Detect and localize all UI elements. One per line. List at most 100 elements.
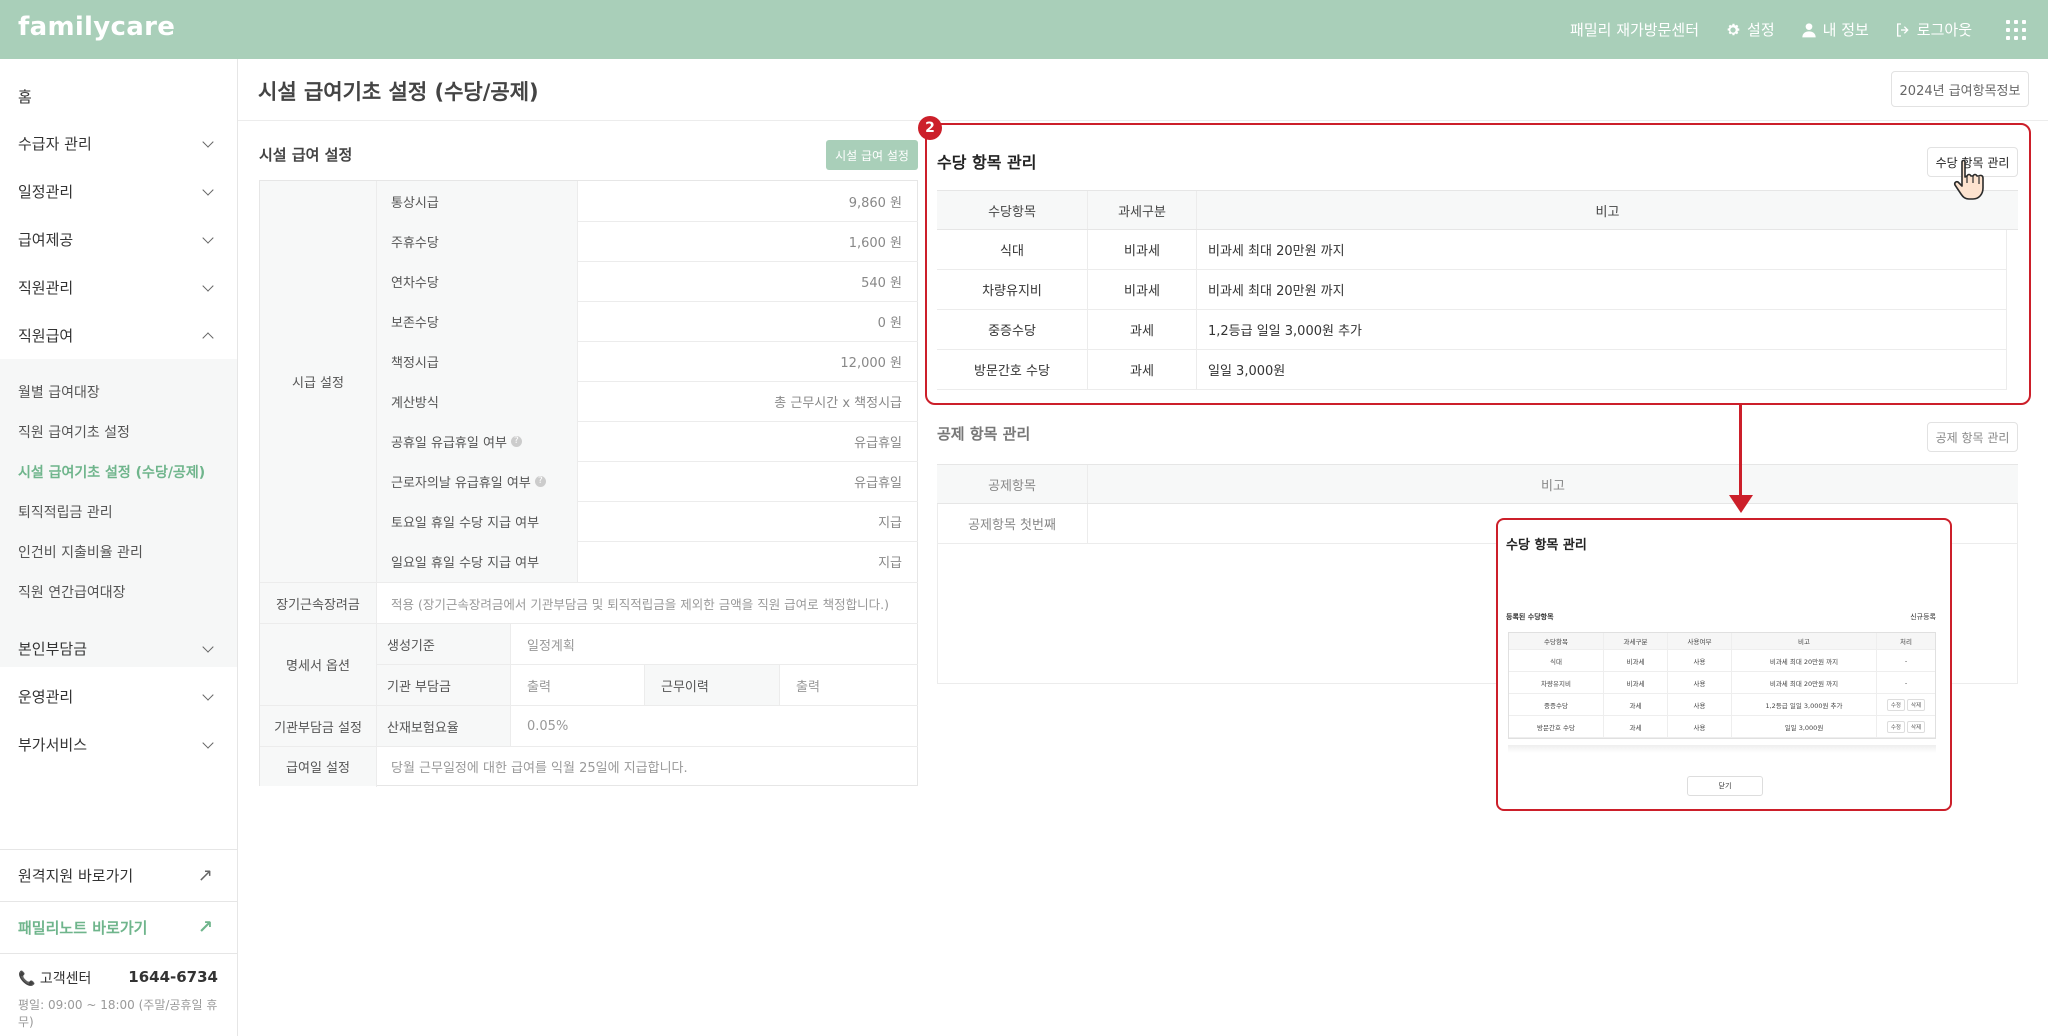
- inst-burden-value: 출력: [527, 679, 551, 695]
- facility-settings-table: 시급 설정 통상시급 9,860 원 주휴수당 1,600 원 연차수당 540…: [259, 180, 918, 787]
- table-row: 중증수당 과세 사용 1,2등급 일일 3,000원 추가 수정 삭제: [1509, 694, 1935, 716]
- delete-button[interactable]: 삭제: [1907, 698, 1926, 711]
- pointer-hand-icon: [1953, 159, 1984, 200]
- row-label: 연차수당: [377, 261, 577, 301]
- remote-support-label: 원격지원 바로가기: [18, 867, 134, 885]
- cell: 사용: [1668, 650, 1732, 671]
- chevron-down-icon: [202, 183, 214, 196]
- settings-link[interactable]: 설정: [1725, 19, 1775, 40]
- row-value: 지급: [878, 556, 902, 571]
- highlight-box: [925, 123, 2031, 405]
- divider: [238, 120, 2048, 121]
- edit-button[interactable]: 수정: [1886, 720, 1905, 733]
- user-icon: [1801, 22, 1816, 37]
- familynote-label: 패밀리노트 바로가기: [18, 919, 148, 937]
- cell: 사용: [1668, 694, 1732, 715]
- apps-grid-icon[interactable]: [2006, 19, 2026, 40]
- work-history-value: 출력: [796, 679, 820, 695]
- sidebar-item-operation[interactable]: 운영관리: [18, 686, 218, 707]
- chevron-down-icon: [202, 231, 214, 244]
- long-term-value: 적용 (장기근속장려금에서 기관부담금 및 퇴직적립금을 제외한 금액을 직원 …: [391, 596, 889, 612]
- cell: 식대: [1509, 650, 1604, 671]
- annotation-arrow-head: [1729, 495, 1753, 513]
- sidebar-item-label: 직원관리: [18, 279, 74, 297]
- sidebar-subitem-facility-base[interactable]: 시설 급여기초 설정 (수당/공제): [18, 462, 205, 482]
- sidebar-item-label: 본인부담금: [18, 640, 88, 658]
- cell: 과세: [1604, 716, 1668, 737]
- familynote-link[interactable]: 패밀리노트 바로가기 ↗: [0, 901, 237, 953]
- deduction-item: 공제항목 첫번째: [937, 504, 1088, 543]
- industrial-label: 산재보험요율: [377, 706, 510, 746]
- row-label-text: 공휴일 유급휴일 여부: [391, 435, 507, 451]
- row-label: 공휴일 유급휴일 여부?: [377, 421, 577, 461]
- logo[interactable]: familycare: [18, 12, 175, 42]
- column-header: 비고: [1732, 633, 1877, 649]
- edit-button[interactable]: 수정: [1886, 698, 1905, 711]
- row-value: 12,000 원: [840, 355, 902, 371]
- inst-setting-label: 기관부담금 설정: [260, 706, 376, 746]
- modal-table: 수당항목 과세구분 사용여부 비고 처리 식대 비과세 사용 비과세 최대 20…: [1508, 632, 1936, 739]
- row-label: 근로자의날 유급휴일 여부?: [377, 461, 577, 501]
- sidebar-item-home[interactable]: 홈: [18, 86, 218, 107]
- sidebar-subitem-staff-base[interactable]: 직원 급여기초 설정: [18, 422, 130, 442]
- logout-link[interactable]: 로그아웃: [1895, 19, 1972, 40]
- cell: 차량유지비: [1509, 672, 1604, 693]
- sidebar-item-staff[interactable]: 직원관리: [18, 277, 218, 298]
- customer-center-phone: 1644-6734: [128, 968, 218, 986]
- remote-support-link[interactable]: 원격지원 바로가기 ↗: [0, 849, 237, 901]
- row-label: 통상시급: [377, 181, 577, 221]
- sidebar-subitem-monthly-ledger[interactable]: 월별 급여대장: [18, 382, 100, 402]
- row-label: 계산방식: [377, 381, 577, 421]
- row-value: 지급: [878, 515, 902, 531]
- sidebar-item-copay[interactable]: 본인부담금: [18, 638, 218, 659]
- deduction-manage-button[interactable]: 공제 항목 관리: [1927, 422, 2018, 452]
- row-label: 토요일 휴일 수당 지급 여부: [377, 501, 577, 541]
- chevron-down-icon: [202, 736, 214, 749]
- sidebar-item-recipients[interactable]: 수급자 관리: [18, 133, 218, 154]
- row-value: 유급휴일: [854, 475, 902, 491]
- row-value: 0 원: [877, 315, 902, 331]
- close-button[interactable]: 닫기: [1687, 776, 1763, 796]
- sidebar-item-label: 직원급여: [18, 327, 74, 345]
- year-info-button[interactable]: 2024년 급여항목정보: [1891, 71, 2029, 107]
- gen-basis-label: 생성기준: [377, 624, 510, 664]
- help-icon[interactable]: ?: [510, 435, 522, 447]
- payday-label: 급여일 설정: [260, 747, 376, 786]
- column-header: 비고: [1541, 478, 1565, 494]
- sidebar-item-benefit[interactable]: 급여제공: [18, 229, 218, 250]
- header-menu: 패밀리 재가방문센터 설정 내 정보 로그아웃: [1570, 0, 2026, 59]
- row-value: 540 원: [861, 275, 902, 291]
- sidebar-subitem-retirement[interactable]: 퇴직적립금 관리: [18, 502, 113, 522]
- sidebar-item-extra[interactable]: 부가서비스: [18, 734, 218, 755]
- chevron-down-icon: [202, 135, 214, 148]
- row-label: 책정시급: [377, 341, 577, 381]
- row-value: 1,600 원: [848, 235, 902, 251]
- my-info-link[interactable]: 내 정보: [1801, 19, 1869, 40]
- sidebar-subitem-annual-ledger[interactable]: 직원 연간급여대장: [18, 582, 126, 602]
- help-icon[interactable]: ?: [534, 475, 546, 487]
- row-label-text: 근로자의날 유급휴일 여부: [391, 475, 531, 491]
- delete-button[interactable]: 삭제: [1907, 720, 1926, 733]
- column-header: 과세구분: [1604, 633, 1668, 649]
- new-register-button[interactable]: 신규등록: [1910, 612, 1936, 622]
- sidebar-item-staff-pay[interactable]: 직원급여: [18, 325, 218, 346]
- payday-value: 당월 근무일정에 대한 급여를 익월 25일에 지급합니다.: [391, 761, 688, 776]
- sidebar-item-label: 급여제공: [18, 231, 74, 249]
- sidebar-item-schedule[interactable]: 일정관리: [18, 181, 218, 202]
- cell: 방문간호 수당: [1509, 716, 1604, 737]
- facility-section-title: 시설 급여 설정: [259, 146, 353, 164]
- sidebar-item-label: 운영관리: [18, 688, 74, 706]
- column-header: 처리: [1900, 638, 1912, 646]
- cell: -: [1904, 678, 1908, 687]
- sidebar-subitem-labor-ratio[interactable]: 인건비 지출비율 관리: [18, 542, 143, 562]
- customer-center-hours: 평일: 09:00 ~ 18:00 (주말/공휴일 휴무): [18, 998, 218, 1029]
- table-row: 식대 비과세 사용 비과세 최대 20만원 까지 -: [1509, 650, 1935, 672]
- cell: 비과세 최대 20만원 까지: [1732, 650, 1877, 671]
- facility-settings-button[interactable]: 시설 급여 설정: [826, 140, 918, 170]
- cell: 사용: [1668, 716, 1732, 737]
- allowance-modal-preview: 수당 항목 관리 등록된 수당항목 신규등록 수당항목 과세구분 사용여부 비고…: [1496, 518, 1952, 811]
- chevron-down-icon: [202, 279, 214, 292]
- cell: 일일 3,000원: [1732, 716, 1877, 737]
- cell-actions: 수정 삭제: [1877, 694, 1935, 715]
- page-title: 시설 급여기초 설정 (수당/공제): [258, 80, 539, 104]
